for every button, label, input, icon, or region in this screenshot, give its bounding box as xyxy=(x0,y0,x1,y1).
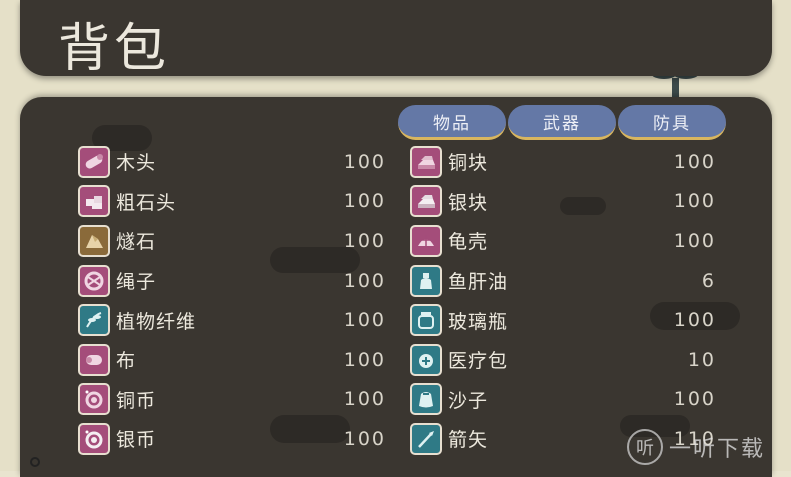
item-name: 铜块 xyxy=(448,152,489,175)
rough-stone-icon xyxy=(78,185,110,218)
inventory-item-right-3[interactable]: 鱼肝油 6 xyxy=(410,261,716,301)
item-quantity: 100 xyxy=(343,427,386,450)
site-watermark: 听 一听下载 xyxy=(627,425,787,469)
medkit-icon xyxy=(410,343,442,376)
watermark-text: 一听下载 xyxy=(669,437,766,462)
item-quantity: 100 xyxy=(343,150,386,173)
inventory-item-right-1[interactable]: 银块 100 xyxy=(410,182,716,222)
item-quantity: 100 xyxy=(673,388,716,411)
arrow-icon xyxy=(410,422,442,455)
inventory-item-left-4[interactable]: 植物纤维 100 xyxy=(78,300,386,340)
item-name: 布 xyxy=(116,350,137,373)
joystick-edge-icon xyxy=(30,457,40,467)
item-quantity: 100 xyxy=(343,229,386,252)
item-quantity: 100 xyxy=(673,150,716,173)
item-list-right: 铜块 100 银块 100 龟壳 100 鱼肝油 6 玻璃瓶 100 医疗包 10 沙子 100 箭矢 110 xyxy=(410,142,716,459)
item-name: 箭矢 xyxy=(448,429,489,452)
silver-ingot-icon xyxy=(410,185,442,218)
inventory-item-left-5[interactable]: 布 100 xyxy=(78,340,386,380)
item-name: 铜币 xyxy=(116,389,157,412)
inventory-item-right-6[interactable]: 沙子 100 xyxy=(410,380,716,420)
watermark-logo: 听 xyxy=(627,429,663,465)
inventory-item-right-5[interactable]: 医疗包 10 xyxy=(410,340,716,380)
sand-bag-icon xyxy=(410,383,442,416)
rope-icon xyxy=(78,264,110,297)
item-quantity: 100 xyxy=(673,229,716,252)
tab-items[interactable]: 物品 xyxy=(398,105,506,140)
item-quantity: 100 xyxy=(673,309,716,332)
inventory-item-left-7[interactable]: 银币 100 xyxy=(78,419,386,459)
inventory-item-right-2[interactable]: 龟壳 100 xyxy=(410,221,716,261)
inventory-panel: 物品 武器 防具 木头 100 粗石头 100 燧石 100 绳子 100 植物纤维 100 布 10… xyxy=(20,97,772,477)
item-quantity: 100 xyxy=(673,190,716,213)
item-name: 木头 xyxy=(116,152,157,175)
inventory-tabs: 物品 武器 防具 xyxy=(398,105,726,141)
cloth-roll-icon xyxy=(78,343,110,376)
inventory-item-left-6[interactable]: 铜币 100 xyxy=(78,380,386,420)
item-name: 沙子 xyxy=(448,389,489,412)
wood-log-icon xyxy=(78,145,110,178)
item-name: 龟壳 xyxy=(448,231,489,254)
item-name: 玻璃瓶 xyxy=(448,310,509,333)
inventory-item-right-0[interactable]: 铜块 100 xyxy=(410,142,716,182)
copper-coin-icon xyxy=(78,383,110,416)
page-title: 背包 xyxy=(58,19,171,79)
tab-armor[interactable]: 防具 xyxy=(618,105,726,140)
item-name: 银块 xyxy=(448,191,489,214)
plant-fiber-icon xyxy=(78,304,110,337)
turtle-shell-icon xyxy=(410,224,442,257)
item-quantity: 6 xyxy=(701,269,716,292)
title-panel: 背包 xyxy=(20,0,772,79)
item-quantity: 100 xyxy=(343,348,386,371)
item-quantity: 100 xyxy=(343,388,386,411)
inventory-item-right-4[interactable]: 玻璃瓶 100 xyxy=(410,300,716,340)
item-list-left: 木头 100 粗石头 100 燧石 100 绳子 100 植物纤维 100 布 100 铜币 100 银币 1… xyxy=(78,142,386,459)
item-name: 医疗包 xyxy=(448,350,509,373)
item-name: 植物纤维 xyxy=(116,310,197,333)
item-name: 燧石 xyxy=(116,231,157,254)
item-name: 鱼肝油 xyxy=(448,271,509,294)
tab-weapons[interactable]: 武器 xyxy=(508,105,616,140)
item-quantity: 10 xyxy=(687,348,716,371)
inventory-item-left-0[interactable]: 木头 100 xyxy=(78,142,386,182)
inventory-item-left-2[interactable]: 燧石 100 xyxy=(78,221,386,261)
item-quantity: 100 xyxy=(343,190,386,213)
silver-coin-icon xyxy=(78,422,110,455)
item-name: 银币 xyxy=(116,429,157,452)
fish-oil-bottle-icon xyxy=(410,264,442,297)
item-quantity: 100 xyxy=(343,269,386,292)
item-quantity: 100 xyxy=(343,309,386,332)
copper-ingot-icon xyxy=(410,145,442,178)
inventory-item-left-3[interactable]: 绳子 100 xyxy=(78,261,386,301)
item-name: 粗石头 xyxy=(116,191,177,214)
inventory-item-left-1[interactable]: 粗石头 100 xyxy=(78,182,386,222)
item-name: 绳子 xyxy=(116,271,157,294)
flint-icon xyxy=(78,224,110,257)
glass-jar-icon xyxy=(410,304,442,337)
